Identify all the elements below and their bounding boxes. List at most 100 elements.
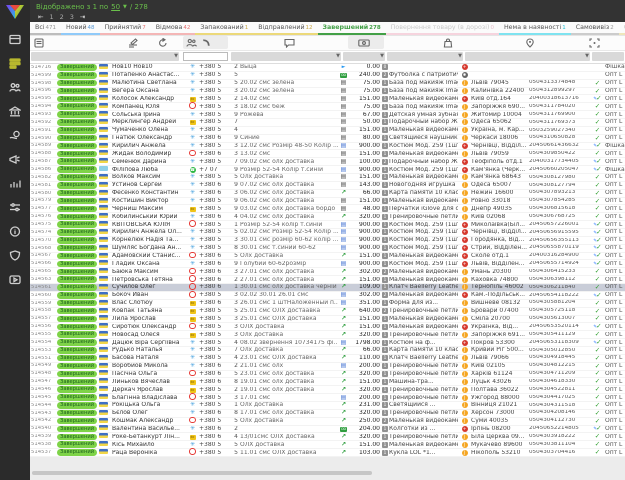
table-row[interactable]: 514587ЗавершенийСеменюк Дарина✳+380 5709… bbox=[30, 158, 625, 166]
order-form-icon[interactable] bbox=[33, 37, 45, 49]
table-row[interactable]: 514588ЗавершенийЖидак Володимир+380 6313… bbox=[30, 150, 625, 158]
page-button-1[interactable]: 1 bbox=[49, 13, 53, 21]
tab-11[interactable]: Сервіси0 bbox=[619, 22, 625, 35]
table-row[interactable]: 514594ЗавершенийКомпанец Юля+380 5318.02… bbox=[30, 103, 625, 111]
tab-6[interactable]: Відправлений12 bbox=[253, 22, 317, 35]
table-row[interactable]: 514548ЗавершенийПасічна Ольга+380 6523.0… bbox=[30, 371, 625, 379]
table-row[interactable]: 514589ЗавершенийКирилич Анжела✳+380 5312… bbox=[30, 143, 625, 151]
filter-status[interactable]: ▼ bbox=[31, 52, 179, 61]
table-row[interactable]: 514557ЗавершенийЛила Ярославkc+380 5325.… bbox=[30, 316, 625, 324]
table-row[interactable]: 514565ЗавершенийБаюка Максим+380 6327.01… bbox=[30, 268, 625, 276]
table-row[interactable]: 514545ЗавершенийБлагінна Владіслава+380 … bbox=[30, 394, 625, 402]
table-row[interactable]: 514551ЗавершенийБасова Наталя✳+380 5423.… bbox=[30, 355, 625, 363]
tab-8[interactable]: Повернення товару (в дорозі)0 bbox=[386, 22, 499, 35]
edit-list-icon[interactable] bbox=[127, 37, 139, 49]
sidebar-item-support[interactable] bbox=[4, 245, 26, 265]
tab-2[interactable]: Новий48 bbox=[61, 22, 99, 35]
sidebar-item-video[interactable] bbox=[4, 269, 26, 289]
tab-10[interactable]: Самовивіз2 bbox=[571, 22, 619, 35]
table-row[interactable]: 514581ЗавершенийУстинов Сергей✳+380 6907… bbox=[30, 182, 625, 190]
table-row[interactable]: 514592ЗавершенийМерклингер Андрейkc+380 … bbox=[30, 119, 625, 127]
table-row[interactable]: 514599ЗавершенийПотапенко Анастас...✳+38… bbox=[30, 72, 625, 80]
table-row[interactable]: 514593ЗавершенийСольська Ірина✳+380 59Ро… bbox=[30, 111, 625, 119]
table-row[interactable]: 514563ЗавершенийПетровська Тетяна+380 62… bbox=[30, 276, 625, 284]
client-people-icon[interactable] bbox=[185, 37, 197, 49]
table-row[interactable]: 514559ЗавершенийВлас Слотюуkc+380 6326.0… bbox=[30, 300, 625, 308]
table-row[interactable]: 514591ЗавершенийЧумаченко Олена✳+380 54▤… bbox=[30, 127, 625, 135]
table-row[interactable]: 514598ЗавершенийМалютина Светлана✳+380 5… bbox=[30, 80, 625, 88]
table-row[interactable]: 514579ЗавершенийКостишин Виктор✳+380 590… bbox=[30, 198, 625, 206]
sidebar-item-info[interactable] bbox=[4, 221, 26, 241]
table-row[interactable]: 514553ЗавершенийРудько Наталья✳+380 57Ол… bbox=[30, 347, 625, 355]
table-row[interactable]: 514549ЗавершенийВоробйов Микола✳+380 622… bbox=[30, 363, 625, 371]
table-row[interactable]: 514566ЗавершенийГладик Оксана✳+380 69Гол… bbox=[30, 260, 625, 268]
table-row[interactable]: 514558ЗавершенийКовпак Татьянаkc+380 552… bbox=[30, 308, 625, 316]
table-row[interactable]: 514556ЗавершенийСиротюк Олександр+380 53… bbox=[30, 323, 625, 331]
comment-chat-icon[interactable] bbox=[283, 37, 295, 49]
table-row[interactable]: 514580ЗавершенийФесенко Константин✳+380 … bbox=[30, 190, 625, 198]
products-bag-icon[interactable] bbox=[442, 37, 454, 49]
filter-amount[interactable]: ▼ bbox=[343, 52, 385, 61]
sidebar-item-finance[interactable] bbox=[4, 125, 26, 145]
table-row[interactable]: 514582ЗавершенийВолков Максим✳+380 55Олх… bbox=[30, 174, 625, 182]
table-row[interactable]: 514596ЗавершенийВегера Оксана✳+380 5320.… bbox=[30, 88, 625, 96]
table-row[interactable]: 514546ЗавершенийДеркач Ярославkc+380 521… bbox=[30, 386, 625, 394]
table-row[interactable]: 514555ЗавершенийНовосад Олесяkc+380 53Ол… bbox=[30, 331, 625, 339]
table-row[interactable]: 514561ЗавершенийСучилов Олег+380 6130.01… bbox=[30, 284, 625, 292]
table-row[interactable]: 514567ЗавершенийАдамовский Станис...+380… bbox=[30, 253, 625, 261]
tab-7[interactable]: Завершений278 bbox=[318, 22, 386, 35]
horizontal-scrollbar[interactable] bbox=[32, 471, 372, 475]
filter-city[interactable]: ▼ bbox=[465, 52, 590, 61]
tab-4[interactable]: Відмова42 bbox=[151, 22, 196, 35]
table-row[interactable]: 514547ЗавершенийЛиньков Вячеславkc+380 6… bbox=[30, 378, 625, 386]
table-row[interactable]: 514542ЗавершенийКошмак Александр+380 55О… bbox=[30, 418, 625, 426]
sidebar-item-statistics[interactable] bbox=[4, 173, 26, 193]
last-page-button[interactable]: ⇥ bbox=[80, 13, 85, 21]
per-page-dropdown[interactable]: 50 bbox=[111, 3, 120, 11]
table-row[interactable]: 514586ЗавершенийФіліпова Люба☎+7 079Розм… bbox=[30, 166, 625, 174]
page-button-2[interactable]: 2 bbox=[60, 13, 64, 21]
table-row[interactable]: 514576ЗавершенийКобилинський Юрий✳+380 6… bbox=[30, 213, 625, 221]
page-button-3[interactable]: 3 bbox=[70, 13, 74, 21]
phone-column-icon[interactable] bbox=[200, 37, 212, 49]
delivered-check-icon: ✓ bbox=[595, 386, 600, 393]
tracking-scan-icon[interactable] bbox=[588, 37, 600, 49]
money-icon[interactable] bbox=[358, 37, 370, 49]
repeat-orders-icon[interactable] bbox=[157, 37, 169, 49]
table-row[interactable]: 514595ЗавершенийКолосок Александрkc+380 … bbox=[30, 95, 625, 103]
table-row[interactable]: 514577ЗавершенийЧерниш Максимkc+380 5903… bbox=[30, 205, 625, 213]
sidebar-item-clients[interactable] bbox=[4, 77, 26, 97]
tab-9[interactable]: Нема в наявності1 bbox=[499, 22, 571, 35]
filter-comment[interactable]: ▼ bbox=[231, 52, 341, 61]
table-row[interactable]: 514539ЗавершенийРоке-Бетанкурт Лін...kc+… bbox=[30, 433, 625, 441]
table-row[interactable]: 514543ЗавершенийБєлов Олег✳+380 6817.01 … bbox=[30, 410, 625, 418]
filter-product[interactable]: ▼ bbox=[387, 52, 463, 61]
table-row[interactable]: 514570ЗавершенийКорнелюк Надія Та...✳+38… bbox=[30, 237, 625, 245]
first-page-button[interactable]: ⇤ bbox=[38, 13, 43, 21]
tab-3[interactable]: Прийнятий7 bbox=[100, 22, 151, 35]
table-row[interactable]: 514537ЗавершенийРаца Вероніка+380 5511.0… bbox=[30, 449, 625, 457]
table-row[interactable]: 514554ЗавершенийДацюк Віра Сергіївна✳+38… bbox=[30, 339, 625, 347]
table-row[interactable]: 514568ЗавершенийШумляс Богдана Ан...✳+38… bbox=[30, 245, 625, 253]
sidebar-item-dashboard[interactable] bbox=[4, 29, 26, 49]
table-row[interactable]: 514538ЗавершенийКісь Михайло✳+380 55ОЛХ … bbox=[30, 441, 625, 449]
table-row[interactable]: 514575ЗавершенийКВІТОВСЬКА ЮЛІЯ+380 51Ро… bbox=[30, 221, 625, 229]
order-comment: Выца bbox=[239, 64, 338, 70]
location-pin-icon[interactable] bbox=[524, 37, 536, 49]
sidebar-item-marketing[interactable] bbox=[4, 149, 26, 169]
sidebar-item-settings[interactable] bbox=[4, 197, 26, 217]
sidebar-item-bank[interactable] bbox=[4, 101, 26, 121]
product-cell: 1Маленькая видеокамера SQ8 *... bbox=[381, 198, 459, 204]
tab-5[interactable]: Запакований1 bbox=[195, 22, 253, 35]
table-row[interactable]: 514590ЗавершенийГнатюк Олександр✳+380 69… bbox=[30, 135, 625, 143]
table-row[interactable]: 514560ЗавершенийБокоч Иван+380 5302.02 3… bbox=[30, 292, 625, 300]
table-row[interactable]: 514540ЗавершенийВалентина Василье...✳+38… bbox=[30, 426, 625, 434]
filter-offer[interactable] bbox=[592, 52, 624, 61]
phone-filter-input[interactable] bbox=[183, 52, 228, 61]
table-row[interactable]: 514574ЗавершенийКирилич Анжела Ол...✳+38… bbox=[30, 229, 625, 237]
sidebar-item-orders[interactable] bbox=[4, 53, 26, 73]
tab-1[interactable]: Всі471 bbox=[30, 22, 61, 35]
table-row[interactable]: 514716ЗавершенийНов10 Нов10✳+380 52Выца►… bbox=[30, 64, 625, 72]
table-row[interactable]: 514544ЗавершенийРокіцька Ольга✳+380 51Ол… bbox=[30, 402, 625, 410]
delivery-city: Київ 02105 bbox=[470, 363, 528, 369]
